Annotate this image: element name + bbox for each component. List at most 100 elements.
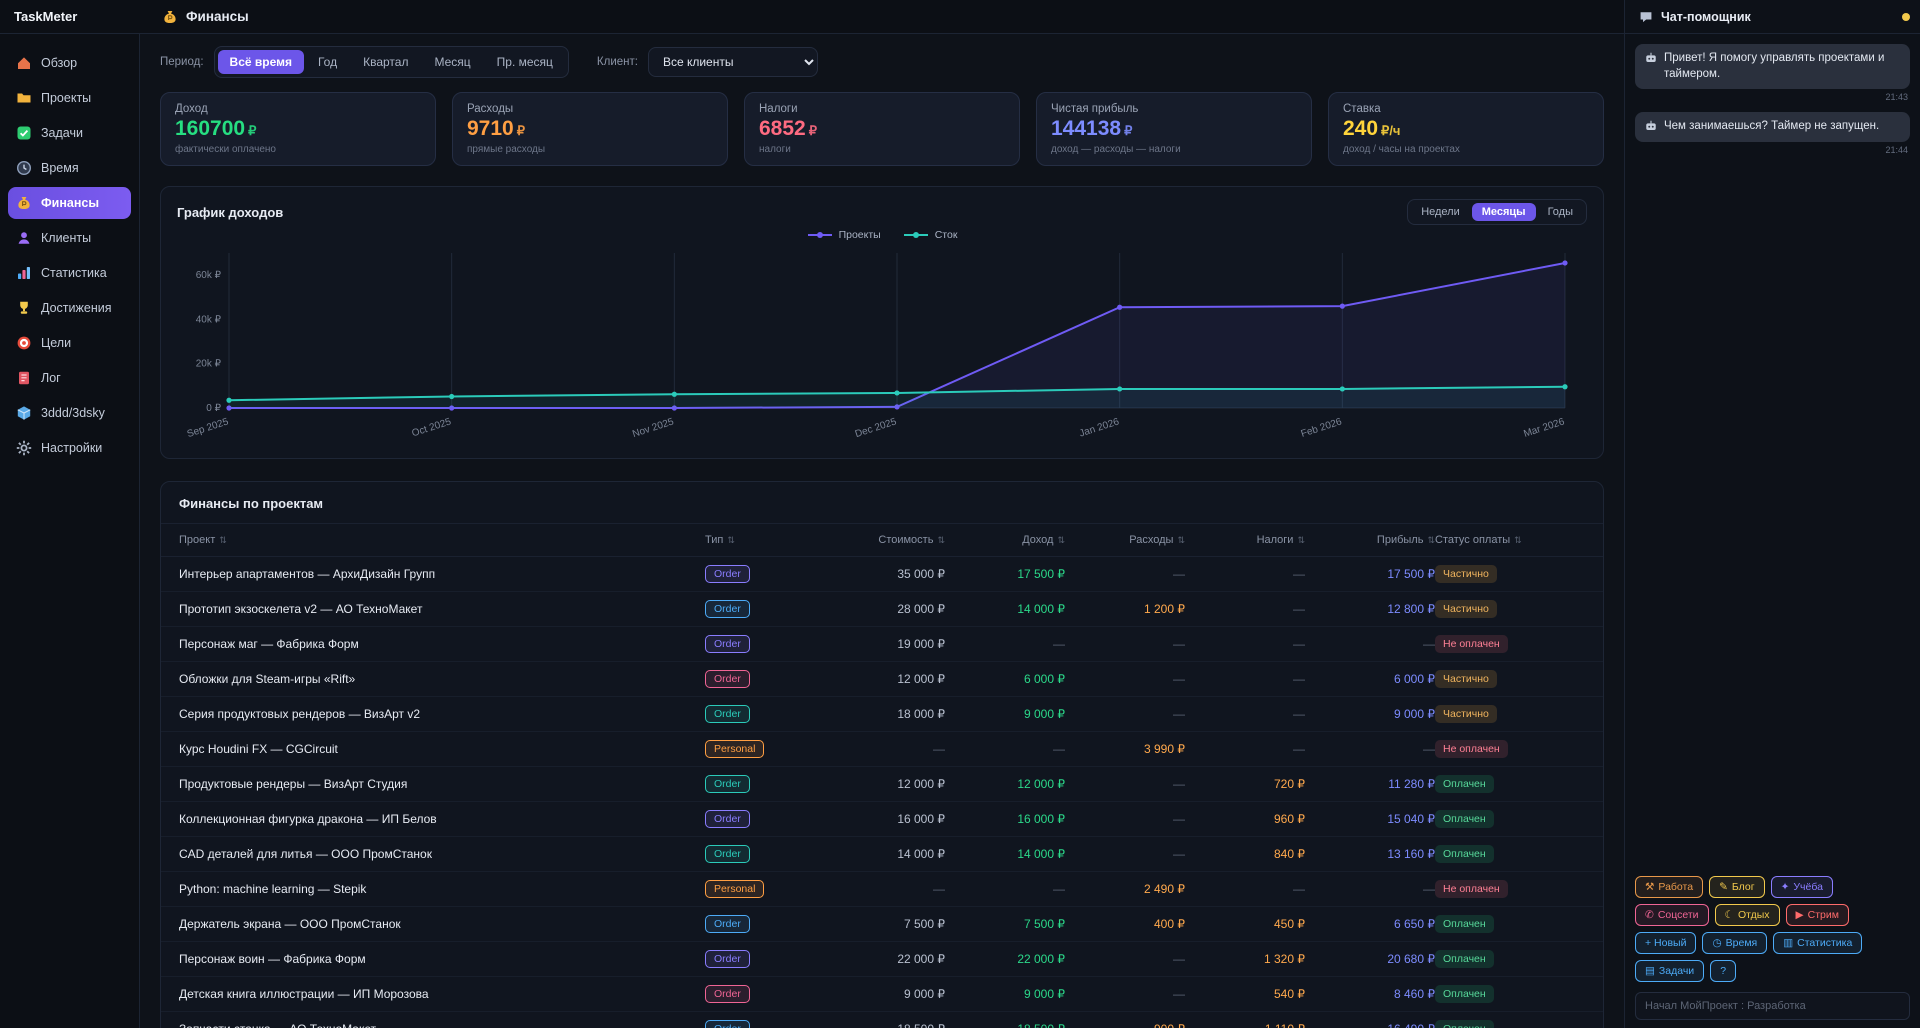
chart-tab-0[interactable]: Недели [1411,203,1470,221]
chat-panel: Привет! Я помогу управлять проектами и т… [1624,34,1920,1028]
cell-profit: 15 040 ₽ [1387,812,1435,826]
table-row[interactable]: Держатель экрана — ООО ПромСтанок Order 7 … [161,907,1603,942]
sidebar-item-projects[interactable]: Проекты [8,82,131,114]
cell-type: Order [705,845,815,863]
message-text: Привет! Я помогу управлять проектами и т… [1664,52,1885,80]
type-badge: Order [705,705,750,723]
table-row[interactable]: Python: machine learning — Stepik Persona… [161,872,1603,907]
cell-taxes: — [1293,742,1305,756]
payment-status-badge: Не оплачен [1435,740,1508,758]
period-button-1[interactable]: Год [306,50,349,74]
quick-button[interactable]: + Новый [1635,932,1697,954]
quick-button-icon: ◷ [1712,937,1722,949]
col-income-header[interactable]: Доход ⇅ [945,534,1065,546]
table-row[interactable]: Продуктовые рендеры — ВизАрт Студия Order… [161,767,1603,802]
table-row[interactable]: Обложки для Steam-игры «Rift» Order 12 000… [161,662,1603,697]
col-taxes-header[interactable]: Налоги ⇅ [1185,534,1305,546]
sidebar-item-log[interactable]: Лог [8,362,131,394]
page-header: Финансы [140,0,1624,33]
table-row[interactable]: Интерьер апартаментов — АрхиДизайн Групп… [161,557,1603,592]
svg-text:Nov 2025: Nov 2025 [631,416,676,440]
cell-type: Order [705,810,815,828]
projects-finance-card: Финансы по проектам Проект ⇅ Тип ⇅ Стоимость… [160,481,1604,1028]
legend-item[interactable]: Сток [903,229,957,241]
cell-project: Обложки для Steam-игры «Rift» [179,672,356,686]
table-row[interactable]: Запчасти станка — АО ТехноМакетOrder 18 5… [161,1012,1603,1028]
table-row[interactable]: Персонаж маг — Фабрика Форм Order 19 000 ₽… [161,627,1603,662]
chart-tab-1[interactable]: Месяцы [1471,203,1536,221]
cube-icon [16,405,32,421]
quick-button[interactable]: ⚒ Работа [1635,876,1704,898]
quick-button[interactable]: ▤ Задачи [1635,960,1705,982]
sidebar-item-label: Время [41,161,79,175]
col-expenses-header[interactable]: Расходы ⇅ [1065,534,1185,546]
quick-button[interactable]: ◷ Время [1702,932,1768,954]
cell-taxes: — [1293,637,1305,651]
sidebar-item-finances[interactable]: Финансы [8,187,131,219]
period-button-4[interactable]: Пр. месяц [485,50,565,74]
table-row[interactable]: Коллекционная фигурка дракона — ИП Белов… [161,802,1603,837]
stat-note: доход / часы на проектах [1343,144,1460,155]
quick-button[interactable]: ✆ Соцсети [1635,904,1709,926]
cell-profit: 9 000 ₽ [1394,707,1435,721]
quick-button[interactable]: ✎ Блог [1709,876,1765,898]
sidebar-item-label: Настройки [41,441,103,455]
chat-input[interactable] [1635,992,1910,1020]
sidebar-item-tasks[interactable]: Задачи [8,117,131,149]
sidebar-item-label: Проекты [41,91,92,105]
sidebar-item-clients[interactable]: Клиенты [8,222,131,254]
col-status-header[interactable]: Статус оплаты ⇅ [1435,534,1585,546]
cell-expenses: 3 990 ₽ [1144,742,1185,756]
clock-icon [16,160,32,176]
col-profit-header[interactable]: Прибыль ⇅ [1305,534,1435,546]
table-body: Интерьер апартаментов — АрхиДизайн Групп… [161,557,1603,1028]
cell-type: Personal [705,740,815,758]
quick-button[interactable]: ? [1710,960,1737,982]
table-row[interactable]: Детская книга иллюстрации — ИП Морозова O… [161,977,1603,1012]
quick-button[interactable]: ☾ Отдых [1714,904,1780,926]
stat-card-income: Доход 160700 ₽ фактически оплачено [160,92,436,166]
cell-project: Персонаж маг — Фабрика Форм [179,637,359,651]
sidebar-item-3ddd[interactable]: 3ddd/3dsky [8,397,131,429]
log-icon [16,370,32,386]
cell-cost: 12 000 ₽ [897,672,945,686]
sidebar-item-time[interactable]: Время [8,152,131,184]
table-row[interactable]: Прототип экзоскелета v2 — АО ТехноМакет O… [161,592,1603,627]
cell-profit: — [1423,742,1435,756]
client-select[interactable]: Все клиенты [647,47,818,77]
col-type-header[interactable]: Тип ⇅ [705,534,815,546]
cell-type: Order [705,705,815,723]
quick-button-icon: ▥ [1783,937,1794,949]
chat-quick-actions: ⚒ Работа ✎ Блог ✦ Учёба ✆ Соцсети ☾ Отдых ▶ Стрим + … [1625,872,1920,982]
svg-text:Jan 2026: Jan 2026 [1078,416,1121,439]
message-text: Чем занимаешься? Таймер не запущен. [1664,120,1880,133]
cell-taxes: 960 ₽ [1274,812,1305,826]
cell-project: Коллекционная фигурка дракона — ИП Белов [179,812,437,826]
cell-cost: 16 000 ₽ [897,812,945,826]
sidebar-item-settings[interactable]: Настройки [8,432,131,464]
table-row[interactable]: Курс Houdini FX — CGCircuit Personal — — 3 9… [161,732,1603,767]
cell-cost: — [933,742,945,756]
quick-button[interactable]: ▥ Статистика [1773,932,1863,954]
cell-cost: 19 000 ₽ [897,637,945,651]
sidebar-item-achievements[interactable]: Достижения [8,292,131,324]
col-project-header[interactable]: Проект ⇅ [179,534,705,546]
period-button-2[interactable]: Квартал [351,50,420,74]
table-row[interactable]: Серия продуктовых рендеров — ВизАрт v2 Or… [161,697,1603,732]
cell-project: Детская книга иллюстрации — ИП Морозова [179,987,429,1001]
period-button-0[interactable]: Всё время [217,50,304,74]
table-row[interactable]: CAD деталей для литья — ООО ПромСтанок Or… [161,837,1603,872]
chart-tab-2[interactable]: Годы [1538,203,1583,221]
legend-item[interactable]: Проекты [807,229,881,241]
quick-button[interactable]: ▶ Стрим [1785,904,1849,926]
sidebar-item-goals[interactable]: Цели [8,327,131,359]
col-cost-header[interactable]: Стоимость ⇅ [815,534,945,546]
app-logo[interactable]: TaskMeter [0,0,140,33]
type-badge: Order [705,915,750,933]
period-button-3[interactable]: Месяц [422,50,482,74]
sidebar-item-statistics[interactable]: Статистика [8,257,131,289]
payment-status-badge: Оплачен [1435,915,1494,933]
sidebar-item-overview[interactable]: Обзор [8,47,131,79]
quick-button[interactable]: ✦ Учёба [1770,876,1833,898]
table-row[interactable]: Персонаж воин — Фабрика Форм Order 22 000 … [161,942,1603,977]
